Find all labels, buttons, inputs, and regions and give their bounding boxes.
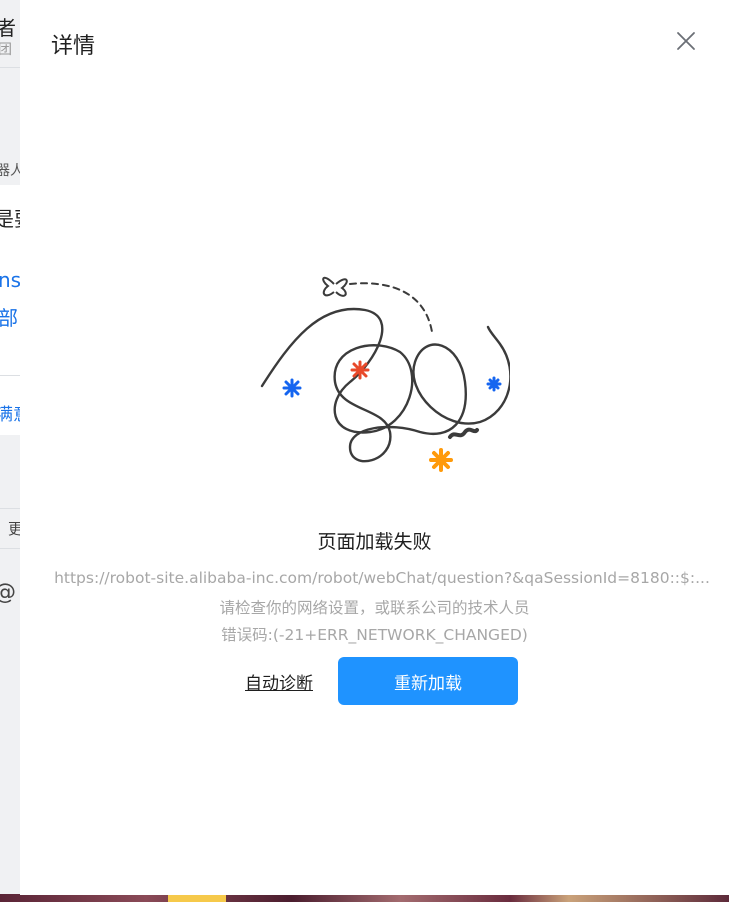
detail-panel: 详情 页面加载失败 https://robot-site.alibaba-inc… <box>20 0 729 895</box>
auto-diagnose-link[interactable]: 自动诊断 <box>245 669 313 694</box>
error-hint: 请检查你的网络设置，或联系公司的技术人员 <box>219 599 530 617</box>
worm-icon <box>448 427 479 439</box>
close-button[interactable] <box>672 27 700 55</box>
bg-fragment: 是要 <box>0 207 20 231</box>
bg-divider <box>0 67 20 68</box>
bg-fragment: 满意 <box>0 405 20 425</box>
tangled-line-illustration <box>260 276 510 472</box>
bg-divider <box>0 375 20 376</box>
wallpaper-chip <box>168 894 226 902</box>
close-icon <box>677 32 695 50</box>
bg-fragment: 器人 <box>0 163 20 179</box>
bg-divider <box>0 508 20 509</box>
bg-fragment: 者 <box>0 16 16 40</box>
bg-fragment: @ <box>0 580 16 605</box>
bg-fragment: 更 <box>8 520 20 538</box>
bg-fragment: 部 <box>0 306 18 330</box>
error-code: 错误码:(-21+ERR_NETWORK_CHANGED) <box>221 626 528 644</box>
panel-title: 详情 <box>51 34 96 59</box>
bg-fragment: 团 <box>0 42 12 58</box>
small-blue-star-icon <box>486 376 502 392</box>
background-app-strip: 者 团 器人 是要 ns 部 满意 更 @ <box>0 0 20 902</box>
butterfly-icon <box>322 276 348 297</box>
error-title: 页面加载失败 <box>317 531 432 553</box>
desktop-wallpaper <box>0 894 729 902</box>
bg-divider <box>0 548 20 549</box>
red-star-icon <box>350 360 370 380</box>
bg-fragment: ns <box>0 268 20 292</box>
blue-star-icon <box>282 378 302 398</box>
error-url: https://robot-site.alibaba-inc.com/robot… <box>54 569 710 587</box>
orange-star-icon <box>429 448 453 472</box>
reload-button[interactable]: 重新加载 <box>338 657 518 705</box>
